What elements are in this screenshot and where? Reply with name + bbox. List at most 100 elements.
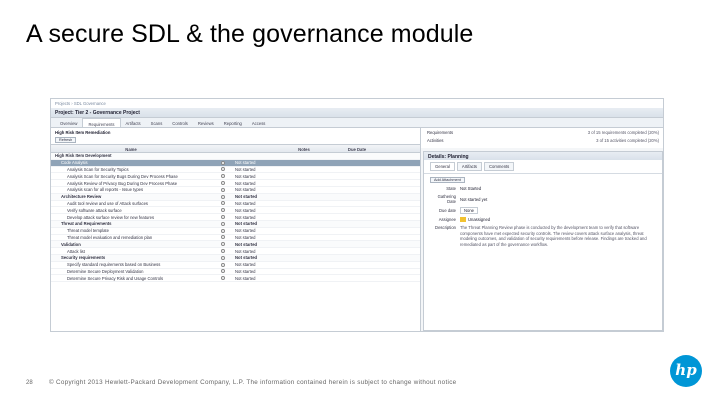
row-name: Analysis Scan for Security Topics xyxy=(67,166,129,172)
status-circle-icon xyxy=(221,160,225,165)
row-status: Not started xyxy=(235,194,258,200)
table-row[interactable]: Validation Not started xyxy=(51,241,420,249)
summary-value: 3 of 15 activities completed (20%) xyxy=(596,138,659,143)
status-circle-icon xyxy=(221,174,225,179)
main-tabs: Overview Requirements Artifacts Scans Co… xyxy=(51,118,663,128)
assignee-value[interactable]: Unassigned xyxy=(468,217,490,222)
table-row[interactable]: Analysis Review of Privacy Bug During De… xyxy=(51,180,420,187)
summary-row: Activities 3 of 15 activities completed … xyxy=(427,138,659,144)
refresh-button[interactable]: Refresh xyxy=(55,137,77,143)
status-circle-icon xyxy=(221,215,225,220)
row-name: Audit tool review and use of Attack surf… xyxy=(67,200,149,206)
row-name: Analysis Review of Privacy Bug During De… xyxy=(67,180,178,186)
row-state-icon xyxy=(211,201,235,206)
pane-title: High Risk Item Remediation xyxy=(55,130,111,135)
status-circle-icon xyxy=(221,269,225,274)
table-row[interactable]: Determine Secure Privacy Risk and Usage … xyxy=(51,275,420,283)
table-row[interactable]: Security requirements Not started xyxy=(51,254,420,262)
tab-requirements[interactable]: Requirements xyxy=(82,118,121,127)
tab-artifacts[interactable]: Artifacts xyxy=(121,118,146,127)
tab-controls[interactable]: Controls xyxy=(167,118,193,127)
table-row[interactable]: Analysis scan for all reports - Issue ty… xyxy=(51,187,420,194)
table-row[interactable]: Threat model evaluation and remediation … xyxy=(51,235,420,242)
row-name: Specify standard requirements based on B… xyxy=(67,262,161,268)
column-due-date[interactable]: Due Date xyxy=(327,145,387,152)
row-state-icon xyxy=(211,235,235,240)
summary-value: 3 of 15 requirements completed (20%) xyxy=(587,130,659,135)
table-row[interactable]: Audit tool review and use of Attack surf… xyxy=(51,201,420,208)
field-value[interactable]: Not Started xyxy=(460,186,481,191)
row-state-icon xyxy=(211,221,235,226)
tab-reporting[interactable]: Reporting xyxy=(219,118,247,127)
field-description: Description The Threat Planning Review p… xyxy=(430,225,656,247)
grid-header: Name Notes Due Date xyxy=(51,144,420,153)
tab-scans[interactable]: Scans xyxy=(146,118,168,127)
row-state-icon xyxy=(211,194,235,199)
row-state-icon xyxy=(211,276,235,281)
hp-logo: hp xyxy=(670,355,702,387)
tab-overview[interactable]: Overview xyxy=(55,118,82,127)
field-label: Assignee xyxy=(438,217,456,222)
table-row[interactable]: Analysis Scan for Security Topics Not sta… xyxy=(51,167,420,174)
row-status: Not started xyxy=(235,214,256,220)
table-row[interactable]: Threat model template Not started xyxy=(51,228,420,235)
field-label: Description xyxy=(435,225,456,230)
table-row[interactable]: Develop attack surface review for new fe… xyxy=(51,214,420,221)
row-status: Not started xyxy=(235,234,256,240)
add-attachment-button[interactable]: Add Attachment xyxy=(430,177,465,183)
detail-tabs: General Artifacts Comments xyxy=(424,160,662,174)
row-state-icon xyxy=(211,242,235,247)
hp-logo-text: hp xyxy=(675,361,697,379)
row-state-icon xyxy=(211,269,235,274)
row-name: Analysis Scan for Security Bugs During D… xyxy=(67,173,178,179)
copyright-footer: © Copyright 2013 Hewlett-Packard Develop… xyxy=(49,379,457,386)
column-notes[interactable]: Notes xyxy=(281,145,327,152)
field-state: State Not Started xyxy=(430,186,656,191)
status-circle-icon xyxy=(221,262,225,267)
table-row[interactable]: Attack list Not started xyxy=(51,248,420,255)
table-row[interactable]: Determine Secure Deployment Validation No… xyxy=(51,269,420,276)
field-value[interactable]: Not started yet xyxy=(460,197,487,202)
status-circle-icon xyxy=(221,249,225,254)
row-name: High Risk Item Development xyxy=(55,153,112,159)
row-status: Not started xyxy=(235,275,256,281)
tab-detail-artifacts[interactable]: Artifacts xyxy=(456,162,483,171)
table-row[interactable]: Analysis Scan for Security Bugs During D… xyxy=(51,173,420,181)
table-row[interactable]: Code Analysis Not started xyxy=(51,159,420,167)
table-row[interactable]: Threat and Requirements Not started xyxy=(51,220,420,228)
table-row[interactable]: Verify software attack surface Not starte… xyxy=(51,207,420,215)
row-status: Not started xyxy=(235,268,256,274)
row-name: Threat model template xyxy=(67,228,109,234)
tab-general[interactable]: General xyxy=(430,162,455,171)
table-row[interactable]: High Risk Item Development xyxy=(51,153,420,160)
row-name: Architecture Review xyxy=(61,194,102,200)
tab-access[interactable]: Access xyxy=(247,118,271,127)
row-name: Verify software attack surface xyxy=(67,207,122,213)
field-assignee: Assignee Unassigned xyxy=(430,217,656,222)
row-status: Not started xyxy=(235,166,256,172)
row-name: Validation xyxy=(61,241,81,247)
summary-row: Requirements 3 of 15 requirements comple… xyxy=(427,130,659,136)
breadcrumb[interactable]: Projects › SDL Governance xyxy=(51,99,663,108)
row-status: Not started xyxy=(235,207,256,213)
row-state-icon xyxy=(211,160,235,165)
due-date-select[interactable]: None xyxy=(460,207,479,214)
status-circle-icon xyxy=(221,208,225,213)
row-state-icon xyxy=(211,181,235,186)
summary-label: Activities xyxy=(427,138,444,143)
row-name: Code Analysis xyxy=(61,160,88,166)
row-state-icon xyxy=(211,174,235,179)
description-text: The Threat Planning Review phase is cond… xyxy=(460,225,647,247)
row-name: Attack list xyxy=(67,248,85,254)
row-name: Threat and Requirements xyxy=(61,221,112,227)
row-status: Not started xyxy=(235,200,256,206)
table-row[interactable]: Architecture Review Not started xyxy=(51,193,420,201)
warning-icon xyxy=(460,217,466,222)
row-status: Not started xyxy=(235,187,256,193)
status-circle-icon xyxy=(221,255,225,260)
column-name[interactable]: Name xyxy=(51,145,211,152)
tab-comments[interactable]: Comments xyxy=(484,162,515,171)
tab-reviews[interactable]: Reviews xyxy=(193,118,219,127)
table-row[interactable]: Specify standard requirements based on B… xyxy=(51,262,420,269)
status-circle-icon xyxy=(221,167,225,172)
